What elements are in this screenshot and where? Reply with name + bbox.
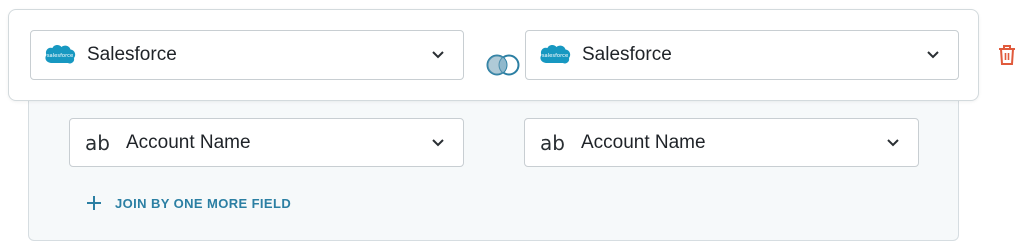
left-source-label: Salesforce [87, 44, 177, 65]
text-type-icon: ab [540, 130, 565, 155]
chevron-down-icon [432, 138, 444, 146]
svg-text:salesforce: salesforce [542, 53, 568, 59]
salesforce-logo-icon: salesforce [45, 45, 76, 64]
right-source-select[interactable]: salesforce Salesforce [525, 30, 959, 80]
left-source-select[interactable]: salesforce Salesforce [30, 30, 464, 80]
salesforce-logo-icon: salesforce [540, 45, 571, 64]
left-field-select[interactable]: ab Account Name [69, 118, 464, 167]
trash-icon[interactable] [997, 43, 1017, 67]
chevron-down-icon [927, 51, 939, 59]
join-sources-card: salesforce Salesforce salesforce Salesfo… [8, 9, 979, 101]
join-by-more-field-label: JOIN BY ONE MORE FIELD [115, 195, 292, 211]
right-field-label: Account Name [580, 131, 706, 153]
svg-text:salesforce: salesforce [47, 53, 73, 59]
join-by-more-field-button[interactable]: JOIN BY ONE MORE FIELD [86, 192, 291, 214]
text-type-icon: ab [85, 130, 110, 155]
left-field-label: Account Name [125, 131, 251, 153]
right-field-select[interactable]: ab Account Name [524, 118, 919, 167]
plus-icon [87, 196, 101, 210]
venn-join-icon[interactable] [485, 52, 521, 78]
chevron-down-icon [887, 138, 899, 146]
chevron-down-icon [432, 51, 444, 59]
right-source-label: Salesforce [582, 44, 672, 65]
